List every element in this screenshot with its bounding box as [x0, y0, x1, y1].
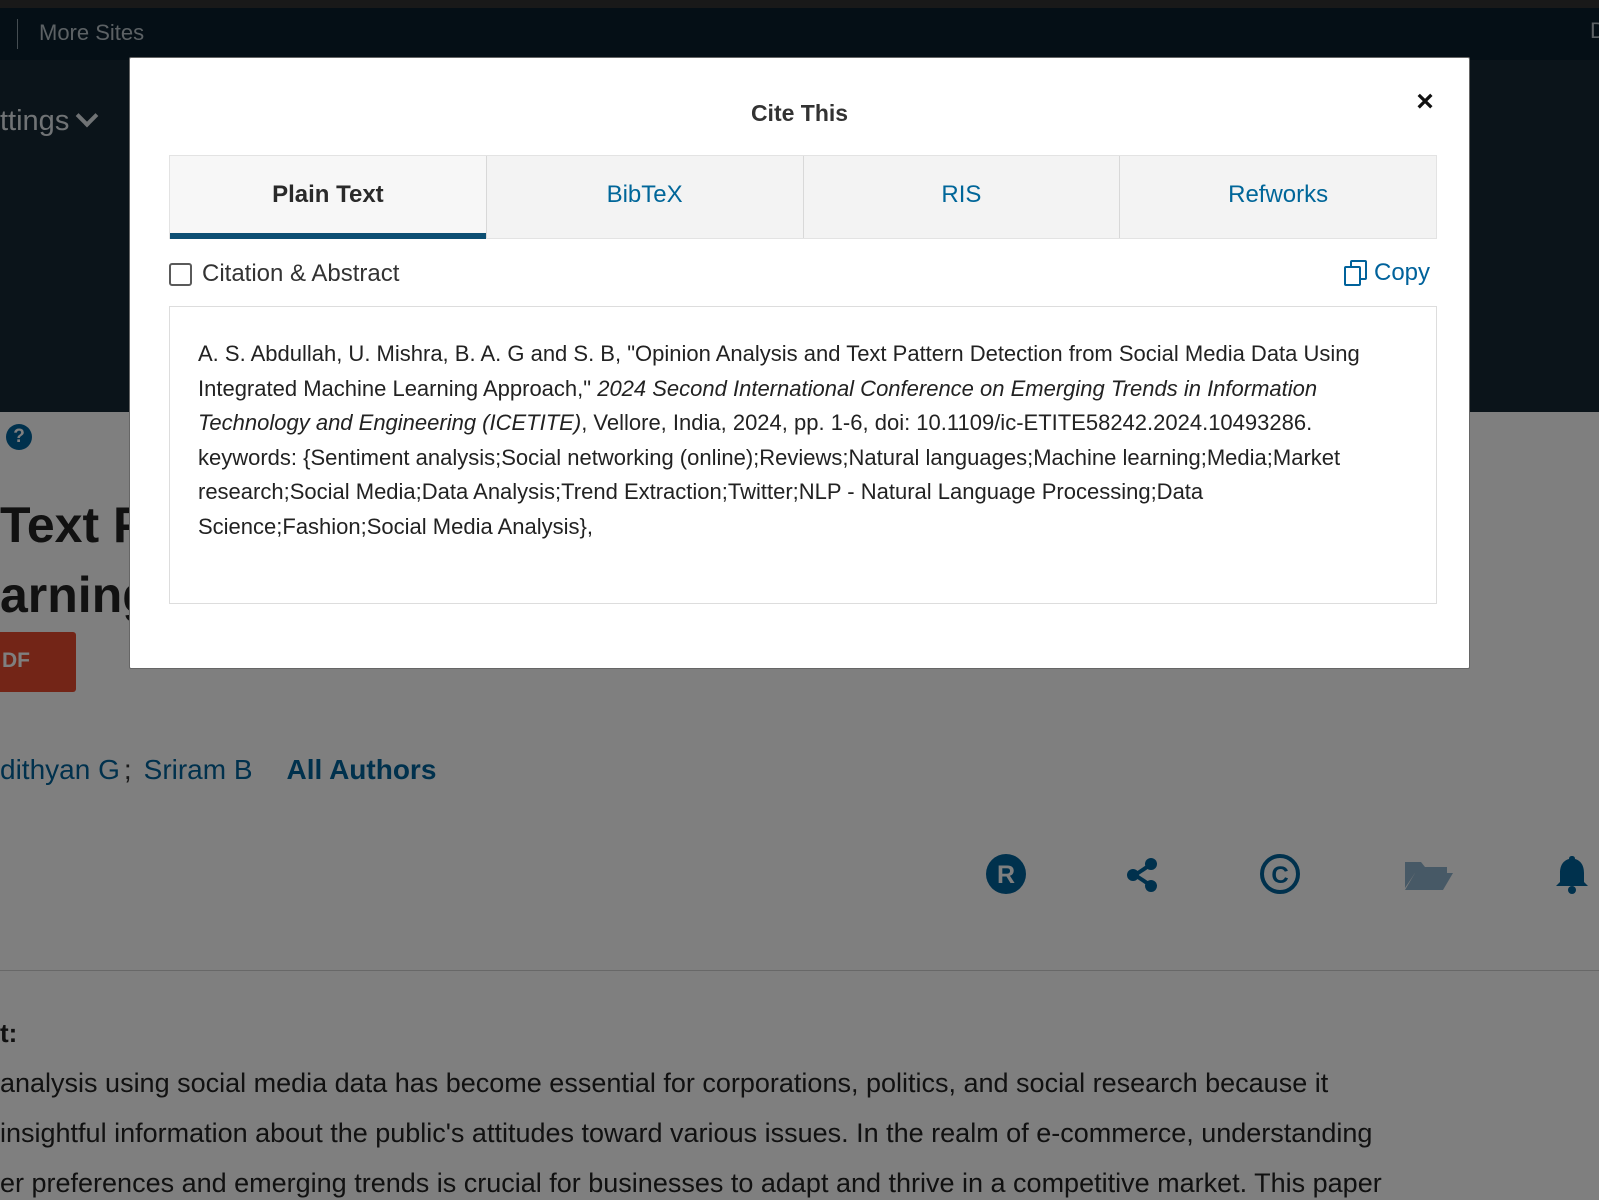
citation-format-tabs: Plain Text BibTeX RIS Refworks [169, 155, 1437, 239]
tab-plain-text[interactable]: Plain Text [170, 156, 487, 239]
dialog-title: Cite This [750, 100, 849, 126]
tab-ris[interactable]: RIS [804, 156, 1121, 238]
checkbox-label: Citation & Abstract [202, 260, 400, 287]
citation-details: , Vellore, India, 2024, pp. 1-6, doi: 10… [581, 410, 1313, 435]
cite-this-dialog: Cite This × Plain Text BibTeX RIS Refwor… [129, 57, 1470, 669]
tab-bibtex[interactable]: BibTeX [487, 156, 804, 238]
copy-button[interactable]: Copy [1344, 259, 1430, 287]
close-button[interactable]: × [1408, 85, 1442, 119]
citation-abstract-checkbox[interactable] [169, 262, 192, 286]
copy-icon [1344, 260, 1368, 286]
citation-text-box[interactable]: A. S. Abdullah, U. Mishra, B. A. G and S… [169, 306, 1437, 604]
citation-keywords: keywords: {Sentiment analysis;Social net… [198, 444, 1341, 539]
tab-refworks[interactable]: Refworks [1120, 156, 1436, 238]
citation-abstract-option: Citation & Abstract [169, 260, 399, 288]
copy-label: Copy [1374, 259, 1431, 286]
